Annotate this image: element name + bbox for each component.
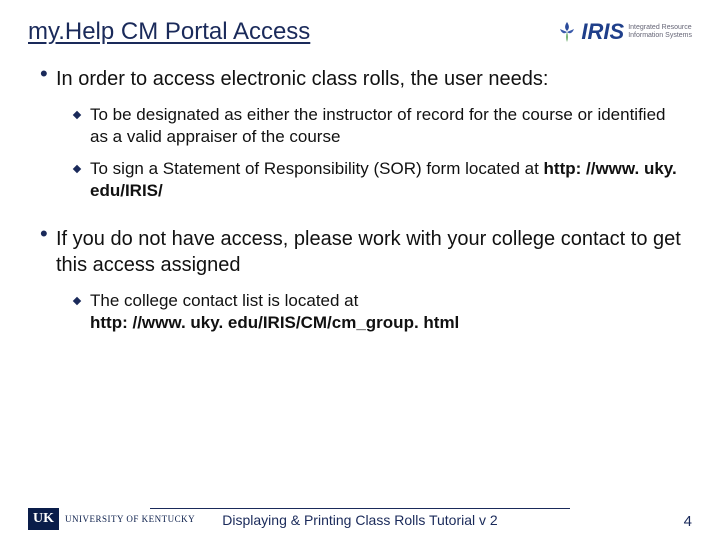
iris-logo-sub1: Integrated Resource [628,24,692,32]
slide-content: In order to access electronic class roll… [0,46,720,335]
bullet-text: If you do not have access, please work w… [56,226,684,278]
bullet-item: If you do not have access, please work w… [40,226,684,334]
footer-caption: Displaying & Printing Class Rolls Tutori… [150,508,570,528]
sub-bullet-text: To sign a Statement of Responsibility (S… [90,158,684,202]
bullet-item: In order to access electronic class roll… [40,66,684,202]
sub-bullet-item: To sign a Statement of Responsibility (S… [74,158,684,202]
iris-flower-icon [555,20,579,44]
page-number: 4 [684,513,692,530]
sub-bullet-text: The college contact list is located at h… [90,290,684,334]
uk-logo-box: UK [28,508,59,530]
bullet-text: In order to access electronic class roll… [56,66,684,92]
sub-bullet-item: To be designated as either the instructo… [74,104,684,148]
iris-logo-sub2: Information Systems [628,32,692,40]
sub-bullet-item: The college contact list is located at h… [74,290,684,334]
contact-list-link[interactable]: http: //www. uky. edu/IRIS/CM/cm_group. … [90,313,459,332]
sub-bullet-text: To be designated as either the instructo… [90,104,684,148]
page-title: my.Help CM Portal Access [28,18,310,46]
iris-logo-text: IRIS [581,19,624,45]
iris-logo: IRIS Integrated Resource Information Sys… [555,19,692,45]
